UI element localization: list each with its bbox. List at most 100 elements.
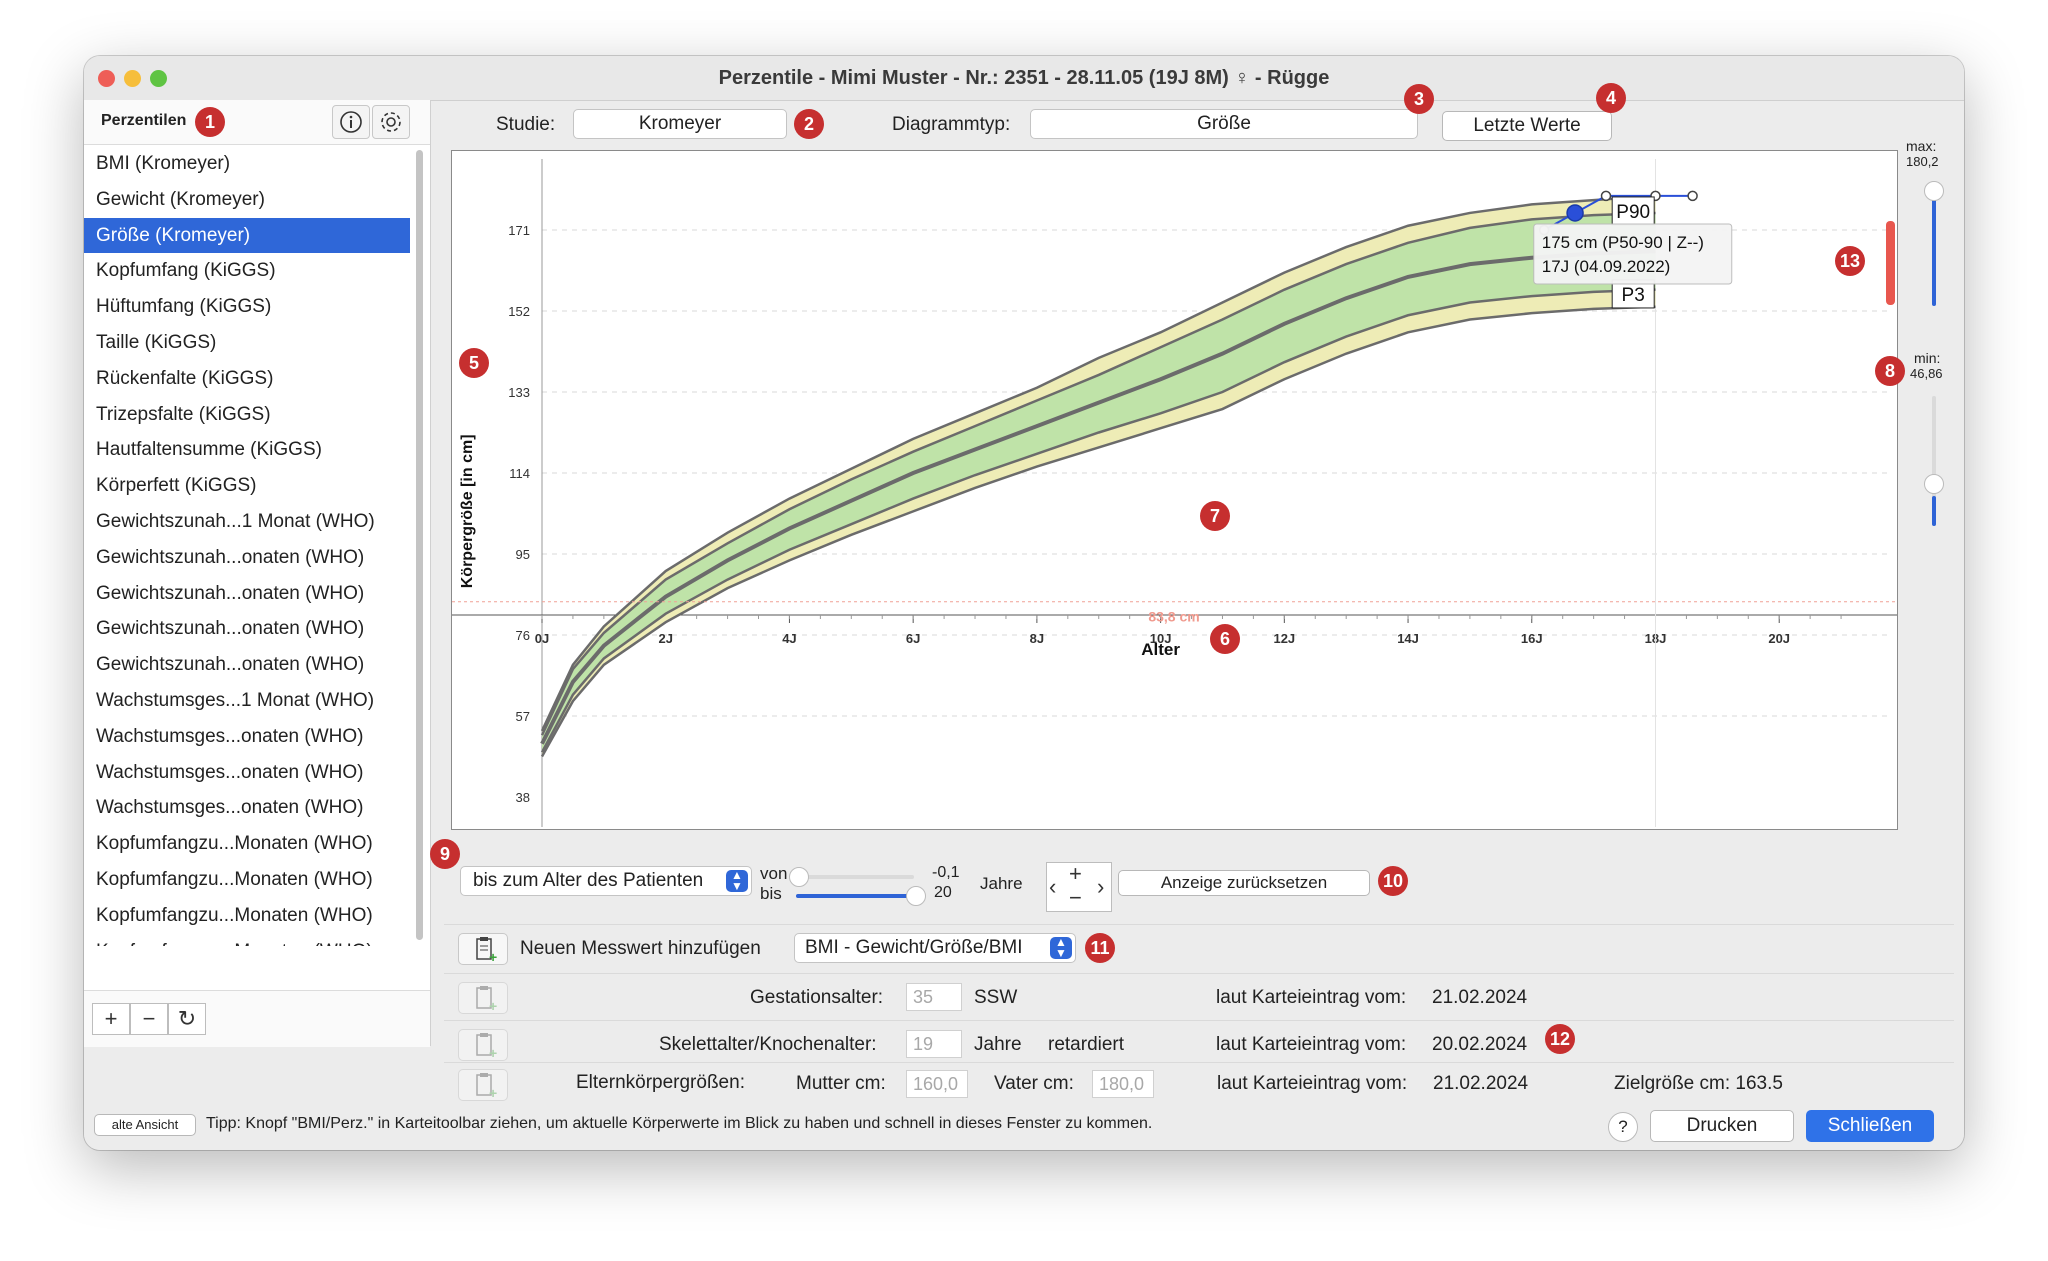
sidebar-scrollbar[interactable] [414,146,424,940]
sidebar-item[interactable]: Kopfumfangzu...Monaten (WHO) [84,898,410,934]
inner-percentile-band [542,212,1656,753]
skeletal-field[interactable]: 19 [906,1030,962,1058]
y-tick-label: 38 [516,790,530,805]
y-axis-title: Körpergröße [in cm] [459,434,476,588]
badge-1: 1 [195,107,225,137]
skeletal-unit: Jahre [974,1034,1022,1055]
sidebar-item[interactable]: Rückenfalte (KiGGS) [84,361,410,397]
percentile-label: P3 [1622,285,1645,306]
sidebar-item[interactable]: Wachstumsges...onaten (WHO) [84,755,410,791]
diagrammtyp-label: Diagrammtyp: [892,114,1011,135]
x-tick-label: 6J [906,631,920,646]
parents-label: Elternkörpergrößen: [576,1072,745,1093]
sidebar-item[interactable]: Wachstumsges...1 Monat (WHO) [84,683,410,719]
gestation-unit: SSW [974,987,1018,1008]
divider [444,973,1954,974]
refresh-button[interactable]: ↻ [168,1003,206,1035]
edit-parents-button[interactable]: + [458,1069,508,1101]
add-button[interactable]: + [92,1003,130,1035]
print-button[interactable]: Drucken [1650,1110,1794,1142]
bis-slider-knob[interactable] [906,886,926,906]
skeletal-label: Skelettalter/Knochenalter: [659,1034,877,1055]
patient-point[interactable] [1600,190,1612,202]
sidebar-item[interactable]: Trizepsfalte (KiGGS) [84,397,410,433]
sidebar-item[interactable]: Gewichtszunah...onaten (WHO) [84,611,410,647]
mother-label: Mutter cm: [796,1073,886,1094]
perzentile-window: Perzentile - Mimi Muster - Nr.: 2351 - 2… [84,56,1964,1150]
von-slider[interactable] [796,875,914,879]
edit-skeletal-button[interactable]: + [458,1029,508,1061]
studie-select[interactable]: Kromeyer [573,109,787,139]
sidebar-item[interactable]: Kopfumfangzu...Monaten (WHO) [84,826,410,862]
badge-5: 5 [459,348,489,378]
von-slider-knob[interactable] [789,867,809,887]
parents-entry-label: laut Karteieintrag vom: [1217,1073,1408,1094]
min-value: 46,86 [1910,366,1943,381]
badge-7: 7 [1200,501,1230,531]
max-value: 180,2 [1906,154,1939,169]
age-range-select[interactable]: bis zum Alter des Patienten ▲ ▼ [460,866,752,896]
chart-canvas[interactable]: 171152133114957657380J 2J 4J 6J 8J 10J 12J 14J 1… [452,151,1897,829]
badge-13: 13 [1835,246,1865,276]
bis-slider[interactable] [796,894,914,898]
remove-button[interactable]: − [130,1003,168,1035]
sidebar-item[interactable]: BMI (Kromeyer) [84,146,410,182]
sidebar-item[interactable]: Wachstumsges...onaten (WHO) [84,790,410,826]
sidebar-item[interactable]: Kopfumfangzu...Monaten (WHO) [84,934,410,946]
bis-label: bis [760,884,782,903]
chevron-left-icon[interactable]: ‹ [1049,874,1056,900]
clipboard-add-icon: + [476,937,497,965]
sidebar-item[interactable]: Kopfumfangzu...Monaten (WHO) [84,862,410,898]
range-stepper[interactable]: ‹ + − › [1046,861,1112,912]
tip-text: Tipp: Knopf "BMI/Perz." in Karteitoolbar… [206,1115,1153,1132]
old-view-button[interactable]: alte Ansicht [94,1114,196,1136]
add-measurement-button[interactable]: + [458,933,508,965]
patient-point[interactable] [1566,204,1584,222]
edit-gestation-button[interactable]: + [458,982,508,1014]
gestation-entry-date: 21.02.2024 [1432,987,1528,1008]
sidebar-item[interactable]: Wachstumsges...onaten (WHO) [84,719,410,755]
chevron-right-icon[interactable]: › [1097,874,1104,900]
max-slider-knob[interactable] [1924,181,1944,201]
badge-12: 12 [1545,1024,1575,1054]
badge-6: 6 [1210,624,1240,654]
mother-height-field[interactable]: 160,0 [906,1070,968,1098]
diagrammtyp-select[interactable]: Größe [1030,109,1418,139]
reset-view-button[interactable]: Anzeige zurücksetzen [1118,870,1370,896]
x-tick-label: 20J [1768,631,1790,646]
measurement-type-select[interactable]: BMI - Gewicht/Größe/BMI ▲ ▼ [794,933,1076,963]
sidebar-item[interactable]: Hautfaltensumme (KiGGS) [84,432,410,468]
sidebar-item[interactable]: Kopfumfang (KiGGS) [84,253,410,289]
max-slider-track[interactable] [1932,186,1936,306]
y-tick-label: 57 [516,709,530,724]
sidebar-item[interactable]: Taille (KiGGS) [84,325,410,361]
letzte-werte-button[interactable]: Letzte Werte [1442,111,1612,141]
plus-icon[interactable]: + [1069,861,1082,887]
svg-text:+: + [489,1085,497,1101]
sidebar-item[interactable]: Größe (Kromeyer) [84,217,410,254]
sidebar-item[interactable]: Gewichtszunah...onaten (WHO) [84,576,410,612]
sidebar-item[interactable]: Körperfett (KiGGS) [84,468,410,504]
gestation-entry-label: laut Karteieintrag vom: [1216,987,1407,1008]
minus-icon[interactable]: − [1069,885,1082,911]
y-tick-label: 171 [508,223,530,238]
sidebar-item[interactable]: Gewichtszunah...onaten (WHO) [84,647,410,683]
info-button[interactable] [332,105,370,139]
gestation-field[interactable]: 35 [906,983,962,1011]
bis-value: 20 [934,884,952,901]
min-slider-fill [1932,496,1936,526]
sidebar-item[interactable]: Gewicht (Kromeyer) [84,182,410,218]
sidebar-item[interactable]: Gewichtszunah...onaten (WHO) [84,540,410,576]
patient-point[interactable] [1687,190,1698,202]
min-slider-knob[interactable] [1924,474,1944,494]
clipboard-icon: + [476,1033,497,1061]
father-height-field[interactable]: 180,0 [1092,1070,1154,1098]
settings-button[interactable] [372,105,410,139]
help-button[interactable]: ? [1608,1112,1638,1142]
sidebar-item[interactable]: Gewichtszunah...1 Monat (WHO) [84,504,410,540]
sidebar-item[interactable]: Hüftumfang (KiGGS) [84,289,410,325]
divider [444,1020,1954,1021]
percentile-list: BMI (Kromeyer) Gewicht (Kromeyer) Größe (K… [84,146,410,946]
close-button[interactable]: Schließen [1806,1110,1934,1142]
father-label: Vater cm: [994,1073,1074,1094]
